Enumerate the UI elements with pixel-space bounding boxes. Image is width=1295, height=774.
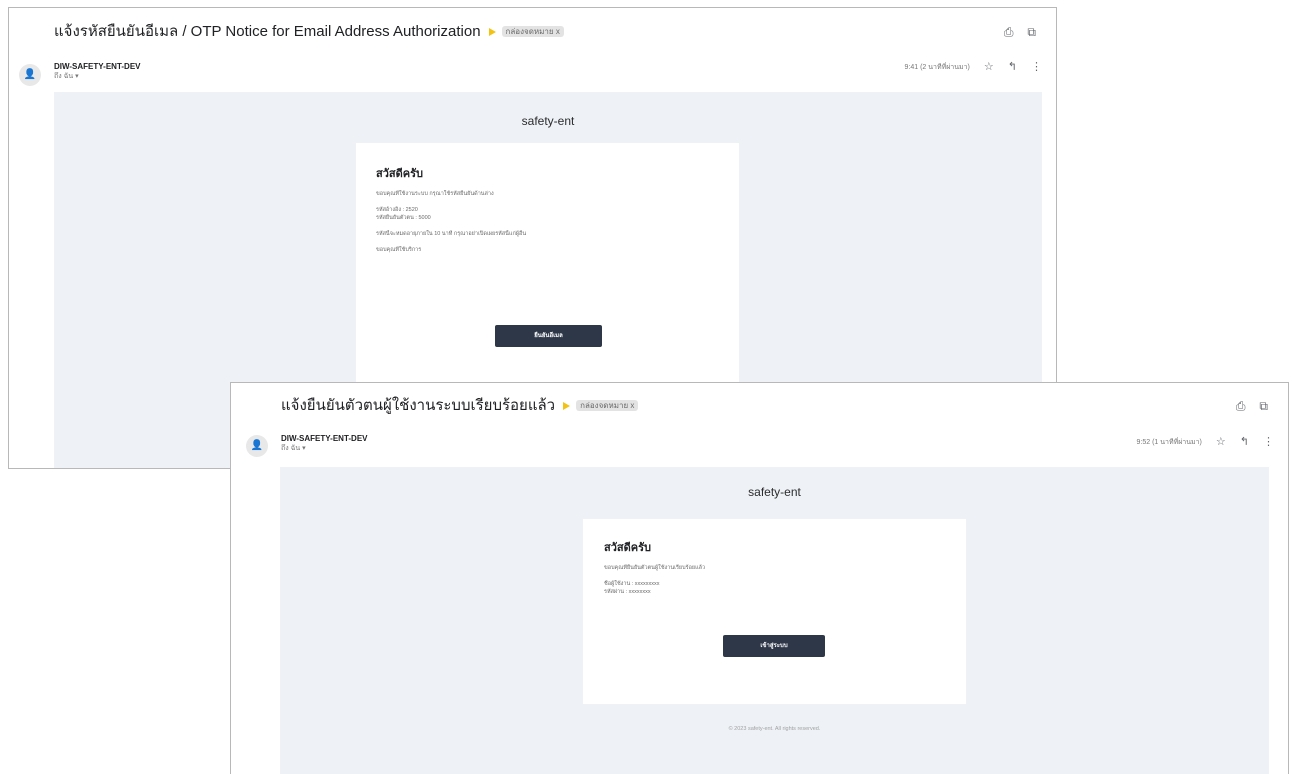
email-window-verified: แจ้งยืนยันตัวตนผู้ใช้งานระบบเรียบร้อยแล้… xyxy=(230,382,1289,774)
star-icon[interactable]: ☆ xyxy=(984,61,994,73)
important-marker-icon[interactable] xyxy=(488,28,496,37)
reference-code-line: รหัสอ้างอิง : 2520 xyxy=(376,207,418,213)
avatar-icon: 👤 xyxy=(19,64,41,86)
username-line: ชื่อผู้ใช้งาน : xxxxxxxxx xyxy=(604,581,660,587)
avatar-icon: 👤 xyxy=(246,435,268,457)
brand-title: safety-ent xyxy=(521,114,575,128)
recipient-toggle[interactable]: ถึง ฉัน ▾ xyxy=(281,444,368,454)
more-vert-icon[interactable]: ⋮ xyxy=(1031,61,1042,73)
email-body: safety-ent สวัสดีครับ ขอบคุณที่ยืนยันตัว… xyxy=(280,467,1269,774)
email-card: สวัสดีครับ ขอบคุณที่ยืนยันตัวตนผู้ใช้งาน… xyxy=(583,519,966,704)
open-in-new-icon[interactable]: ⧉ xyxy=(1259,398,1268,414)
email-subject: แจ้งรหัสยืนยันอีเมล / OTP Notice for Ema… xyxy=(54,23,481,40)
important-marker-icon[interactable] xyxy=(563,402,571,411)
verify-email-button[interactable]: ยืนยันอีเมล xyxy=(495,325,602,347)
recipient-toggle[interactable]: ถึง ฉัน ▾ xyxy=(54,72,141,82)
subject-row: แจ้งยืนยันตัวตนผู้ใช้งานระบบเรียบร้อยแล้… xyxy=(281,396,1274,418)
open-in-new-icon[interactable]: ⧉ xyxy=(1027,24,1036,40)
subject-row: แจ้งรหัสยืนยันอีเมล / OTP Notice for Ema… xyxy=(54,22,1042,44)
message-time: 9:41 (2 นาทีที่ผ่านมา) xyxy=(904,63,970,71)
login-button[interactable]: เข้าสู่ระบบ xyxy=(723,635,825,657)
greeting: สวัสดีครับ xyxy=(376,168,423,180)
body-line: ขอบคุณที่ยืนยันตัวตนผู้ใช้งานเรียบร้อยแล… xyxy=(604,565,706,571)
otp-code-line: รหัสยืนยันตัวตน : 5000 xyxy=(376,215,431,221)
reply-icon[interactable]: ↰ xyxy=(1240,436,1249,448)
email-subject: แจ้งยืนยันตัวตนผู้ใช้งานระบบเรียบร้อยแล้… xyxy=(281,397,556,414)
reply-icon[interactable]: ↰ xyxy=(1008,61,1017,73)
thanks-line: ขอบคุณที่ใช้บริการ xyxy=(376,247,422,253)
greeting: สวัสดีครับ xyxy=(604,542,651,554)
expiry-note-line: รหัสนี้จะหมดอายุภายใน 10 นาที กรุณาอย่าเ… xyxy=(376,231,527,237)
inbox-label-chip[interactable]: กล่องจดหมาย x xyxy=(501,25,564,37)
body-line: ขอบคุณที่ใช้งานระบบ กรุณาใช้รหัสยืนยันด้… xyxy=(376,191,494,197)
sender-block: DIW-SAFETY-ENT-DEV ถึง ฉัน ▾ xyxy=(54,61,141,82)
password-line: รหัสผ่าน : xxxxxxxx xyxy=(604,589,651,595)
copyright-footer: © 2023 safety-ent. All rights reserved. xyxy=(728,726,821,732)
more-vert-icon[interactable]: ⋮ xyxy=(1263,436,1274,448)
sender-name: DIW-SAFETY-ENT-DEV xyxy=(281,434,368,443)
message-meta: 9:52 (1 นาทีที่ผ่านมา) ☆ ↰ ⋮ xyxy=(1137,436,1274,448)
sender-name: DIW-SAFETY-ENT-DEV xyxy=(54,62,141,71)
star-icon[interactable]: ☆ xyxy=(1216,436,1226,448)
print-icon[interactable]: ⎙ xyxy=(1004,24,1014,40)
message-meta: 9:41 (2 นาทีที่ผ่านมา) ☆ ↰ ⋮ xyxy=(905,61,1042,73)
sender-block: DIW-SAFETY-ENT-DEV ถึง ฉัน ▾ xyxy=(281,433,368,454)
inbox-label-chip[interactable]: กล่องจดหมาย x xyxy=(576,399,639,411)
brand-title: safety-ent xyxy=(748,485,801,499)
print-icon[interactable]: ⎙ xyxy=(1236,398,1246,414)
message-time: 9:52 (1 นาทีที่ผ่านมา) xyxy=(1136,438,1202,446)
